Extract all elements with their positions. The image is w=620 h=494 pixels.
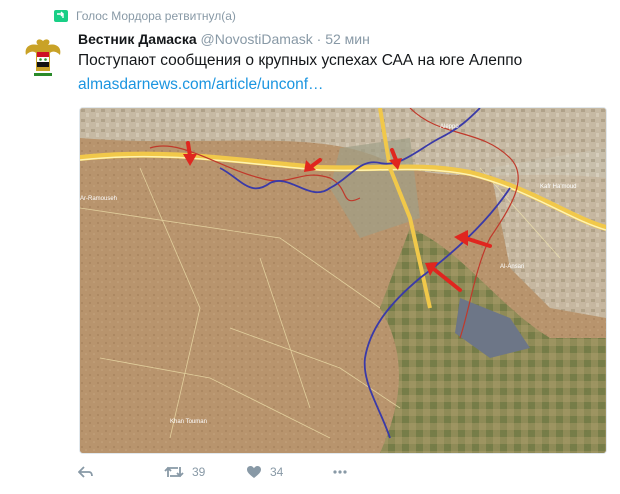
retweet-button[interactable]: 39	[164, 465, 246, 479]
retweet-icon	[54, 10, 68, 22]
retweet-count: 39	[192, 465, 206, 479]
tweet-actions: 39 34	[78, 465, 348, 479]
tweet-time[interactable]: 52 мин	[325, 31, 370, 47]
more-icon	[333, 470, 347, 474]
reply-icon	[78, 466, 93, 478]
retweet-context: Голос Мордора ретвитнул(а)	[54, 9, 236, 23]
author-name[interactable]: Вестник Дамаска	[78, 31, 197, 47]
more-button[interactable]	[332, 465, 348, 479]
like-count: 34	[270, 465, 284, 479]
reply-button[interactable]	[78, 465, 164, 479]
tweet-text: Поступают сообщения о крупных успехах СА…	[78, 52, 523, 69]
map-label: Khan Touman	[170, 419, 207, 425]
map-label: Aleppo	[440, 124, 459, 130]
map-label: Kafr Ha'moud	[540, 184, 577, 190]
retweet-text[interactable]: Голос Мордора ретвитнул(а)	[76, 9, 236, 23]
tweet-link[interactable]: almasdarnews.com/article/unconf…	[78, 76, 324, 94]
satellite-map: Ar-Ramouseh Aleppo Kafr Ha'moud Al-Ansar…	[80, 108, 606, 453]
tweet-media-map[interactable]: Ar-Ramouseh Aleppo Kafr Ha'moud Al-Ansar…	[79, 107, 607, 454]
author-handle[interactable]: @NovostiDamask	[201, 31, 313, 47]
like-button[interactable]: 34	[246, 465, 332, 479]
map-label: Al-Ansari	[500, 264, 524, 270]
heart-icon	[247, 466, 261, 478]
map-label: Ar-Ramouseh	[80, 196, 117, 202]
separator-dot: ·	[316, 31, 322, 47]
avatar[interactable]	[20, 35, 66, 81]
tweet-header: Вестник Дамаска @NovostiDamask · 52 мин	[78, 31, 370, 47]
retweet-icon	[164, 466, 184, 478]
syrian-eagle-avatar	[25, 39, 61, 76]
